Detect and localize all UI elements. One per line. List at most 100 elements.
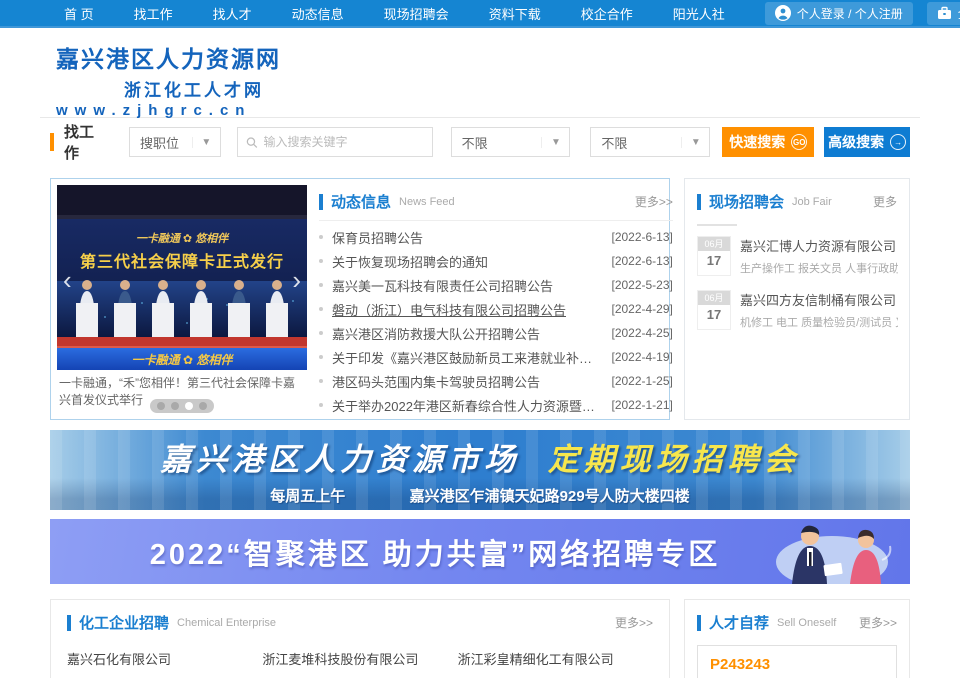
talent-panel: 人才自荐 Sell Oneself 更多>> P243243 男 | 嘉兴市→嘉… bbox=[684, 599, 910, 678]
news-date: [2022-6-13] bbox=[601, 254, 672, 268]
banner1-title: 嘉兴港区人力资源市场 定期现场招聘会 bbox=[160, 434, 800, 479]
job-fair-item[interactable]: 06月 17 嘉兴汇博人力资源有限公司 生产操作工 报关文员 人事行政助理... bbox=[697, 236, 897, 276]
news-more-link[interactable]: 更多>> bbox=[635, 193, 673, 210]
job-fair-item[interactable]: 06月 17 嘉兴四方友信制桶有限公司 机修工 电工 质量检验员/测试员 叉车.… bbox=[697, 290, 897, 330]
section-accent-bar bbox=[67, 615, 71, 631]
section-accent-bar bbox=[697, 194, 701, 210]
bullet-icon bbox=[319, 379, 323, 383]
site-logo-title[interactable]: 嘉兴港区人力资源网 bbox=[56, 40, 960, 74]
talent-card[interactable]: P243243 男 | 嘉兴市→嘉兴港区 | 八年以上 bbox=[697, 645, 897, 678]
news-title[interactable]: 关于恢复现场招聘会的通知 bbox=[332, 252, 488, 271]
news-title[interactable]: 嘉兴港区消防救援大队公开招聘公告 bbox=[332, 324, 540, 343]
chemical-header: 化工企业招聘 Chemical Enterprise 更多>> bbox=[67, 612, 653, 633]
nav-item-job-fair[interactable]: 现场招聘会 bbox=[384, 4, 449, 23]
job-fair-company[interactable]: 嘉兴汇博人力资源有限公司 bbox=[740, 236, 898, 255]
carousel-dot[interactable] bbox=[157, 402, 165, 410]
news-item[interactable]: 关于印发《嘉兴港区鼓励新员工来港就业补助操作... [2022-4-19] bbox=[319, 345, 673, 369]
nav-item-school-coop[interactable]: 校企合作 bbox=[581, 4, 633, 23]
company-name[interactable]: 浙江麦堆科技股份有限公司 bbox=[262, 649, 457, 668]
keyword-search-field[interactable] bbox=[237, 127, 433, 157]
news-title[interactable]: 保育员招聘公告 bbox=[332, 228, 423, 247]
company-card[interactable]: 嘉兴石化有限公司 工艺员 设备管理 保卫（残疾工） bbox=[67, 649, 262, 678]
site-header: 嘉兴港区人力资源网 浙江化工人才网 www.zjhgrc.cn bbox=[0, 28, 960, 117]
quick-search-label: 快速搜索 bbox=[729, 132, 785, 152]
nav-item-find-job[interactable]: 找工作 bbox=[134, 4, 173, 23]
job-fair-jobs: 生产操作工 报关文员 人事行政助理... bbox=[740, 260, 898, 276]
briefcase-icon bbox=[937, 6, 952, 20]
chemical-more-link[interactable]: 更多>> bbox=[615, 614, 653, 631]
search-category-select[interactable]: 搜职位 ▼ bbox=[129, 127, 221, 157]
nav-item-news[interactable]: 动态信息 bbox=[292, 4, 344, 23]
site-logo-subtitle: 浙江化工人才网 bbox=[124, 76, 960, 101]
talent-more-link[interactable]: 更多>> bbox=[859, 614, 897, 631]
news-title[interactable]: 嘉兴美一瓦科技有限责任公司招聘公告 bbox=[332, 276, 553, 295]
nav-buttons: 个人登录 / 个人注册 企业入口 bbox=[765, 2, 960, 25]
nav-item-sunshine-hr[interactable]: 阳光人社 bbox=[673, 4, 725, 23]
section-accent-bar bbox=[319, 194, 323, 210]
talent-id[interactable]: P243243 bbox=[710, 656, 884, 673]
news-item[interactable]: 嘉兴美一瓦科技有限责任公司招聘公告 [2022-5-23] bbox=[319, 273, 673, 297]
online-recruitment-banner[interactable]: 2022“智聚港区 助力共富”网络招聘专区 bbox=[50, 519, 910, 584]
news-title[interactable]: 磐动（浙江）电气科技有限公司招聘公告 bbox=[332, 300, 566, 319]
news-date: [2022-4-29] bbox=[601, 302, 672, 316]
news-feed-panel: 动态信息 News Feed 更多>> 保育员招聘公告 [2022-6-13] … bbox=[307, 185, 679, 413]
date-day: 17 bbox=[698, 305, 730, 324]
news-item[interactable]: 港区码头范围内集卡驾驶员招聘公告 [2022-1-25] bbox=[319, 369, 673, 393]
date-month: 06月 bbox=[698, 291, 730, 305]
talent-subtitle: Sell Oneself bbox=[777, 617, 836, 629]
section-accent-bar bbox=[697, 615, 701, 631]
company-name[interactable]: 嘉兴石化有限公司 bbox=[67, 649, 262, 668]
search-input[interactable] bbox=[264, 135, 424, 149]
news-date: [2022-1-25] bbox=[601, 374, 672, 388]
date-month: 06月 bbox=[698, 237, 730, 251]
chevron-down-icon: ▼ bbox=[192, 137, 220, 148]
news-title[interactable]: 港区码头范围内集卡驾驶员招聘公告 bbox=[332, 372, 540, 391]
carousel-dot[interactable] bbox=[171, 402, 179, 410]
talent-header: 人才自荐 Sell Oneself 更多>> bbox=[697, 612, 897, 633]
carousel-dot[interactable] bbox=[199, 402, 207, 410]
bullet-icon bbox=[319, 307, 323, 311]
news-title[interactable]: 关于举办2022年港区新春综合性人力资源暨春风... bbox=[332, 396, 601, 415]
news-item[interactable]: 关于恢复现场招聘会的通知 [2022-6-13] bbox=[319, 249, 673, 273]
hero-box: 一卡融通 ✿ 悠相伴 第三代社会保障卡正式发行 bbox=[50, 178, 670, 420]
slide-title: 第三代社会保障卡正式发行 bbox=[80, 252, 284, 271]
company-name[interactable]: 浙江彩皇精细化工有限公司 bbox=[458, 649, 653, 668]
filter-select-2[interactable]: 不限 ▼ bbox=[590, 127, 710, 157]
news-feed-header: 动态信息 News Feed 更多>> bbox=[319, 191, 673, 221]
job-fair-company[interactable]: 嘉兴四方友信制桶有限公司 bbox=[740, 290, 898, 309]
nav-item-home[interactable]: 首 页 bbox=[64, 4, 94, 23]
bullet-icon bbox=[319, 283, 323, 287]
chevron-down-icon: ▼ bbox=[681, 137, 709, 148]
company-card[interactable]: 浙江彩皇精细化工有限公司 普工（制造科） 营业担当 bbox=[458, 649, 653, 678]
news-title[interactable]: 关于印发《嘉兴港区鼓励新员工来港就业补助操作... bbox=[332, 348, 601, 367]
bullet-icon bbox=[319, 355, 323, 359]
filter-select-1[interactable]: 不限 ▼ bbox=[451, 127, 571, 157]
carousel-prev-icon[interactable]: ‹ bbox=[63, 267, 72, 293]
banner1-subtitle: 每周五上午 嘉兴港区乍浦镇天妃路929号人防大楼四楼 bbox=[270, 485, 689, 506]
filter-2-value: 不限 bbox=[591, 133, 681, 152]
advanced-search-button[interactable]: 高级搜索 → bbox=[824, 127, 910, 157]
go-icon: GO bbox=[791, 134, 807, 150]
quick-search-button[interactable]: 快速搜索 GO bbox=[722, 127, 814, 157]
nav-item-downloads[interactable]: 资料下载 bbox=[489, 4, 541, 23]
news-item[interactable]: 嘉兴港区消防救援大队公开招聘公告 [2022-4-25] bbox=[319, 321, 673, 345]
nav-item-find-talent[interactable]: 找人才 bbox=[213, 4, 252, 23]
enterprise-entry-button[interactable]: 企业入口 bbox=[927, 2, 960, 25]
personal-login-button[interactable]: 个人登录 / 个人注册 bbox=[765, 2, 913, 25]
divider bbox=[697, 224, 737, 226]
job-fair-more-link[interactable]: 更多 bbox=[873, 193, 897, 210]
chemical-subtitle: Chemical Enterprise bbox=[177, 617, 276, 629]
news-item-hovered[interactable]: 磐动（浙江）电气科技有限公司招聘公告 [2022-4-29] bbox=[319, 297, 673, 321]
carousel-slide-image[interactable]: 一卡融通 ✿ 悠相伴 第三代社会保障卡正式发行 bbox=[57, 185, 307, 370]
job-fair-panel: 现场招聘会 Job Fair 更多 06月 17 嘉兴汇博人力资源有限公司 生产… bbox=[684, 178, 910, 420]
news-item[interactable]: 保育员招聘公告 [2022-6-13] bbox=[319, 225, 673, 249]
news-item[interactable]: 关于举办2022年港区新春综合性人力资源暨春风... [2022-1-21] bbox=[319, 393, 673, 417]
job-fair-banner[interactable]: 嘉兴港区人力资源市场 定期现场招聘会 每周五上午 嘉兴港区乍浦镇天妃路929号人… bbox=[50, 430, 910, 510]
slide-banner-text: 一卡融通 ✿ 悠相伴 bbox=[132, 353, 235, 367]
news-date: [2022-5-23] bbox=[601, 278, 672, 292]
carousel-next-icon[interactable]: › bbox=[292, 267, 301, 293]
hero-carousel[interactable]: 一卡融通 ✿ 悠相伴 第三代社会保障卡正式发行 bbox=[57, 185, 307, 413]
carousel-dot-active[interactable] bbox=[185, 402, 193, 410]
bullet-icon bbox=[319, 259, 323, 263]
company-card[interactable]: 浙江麦堆科技股份有限公司 销售专员 会计 土建主管 bbox=[262, 649, 457, 678]
